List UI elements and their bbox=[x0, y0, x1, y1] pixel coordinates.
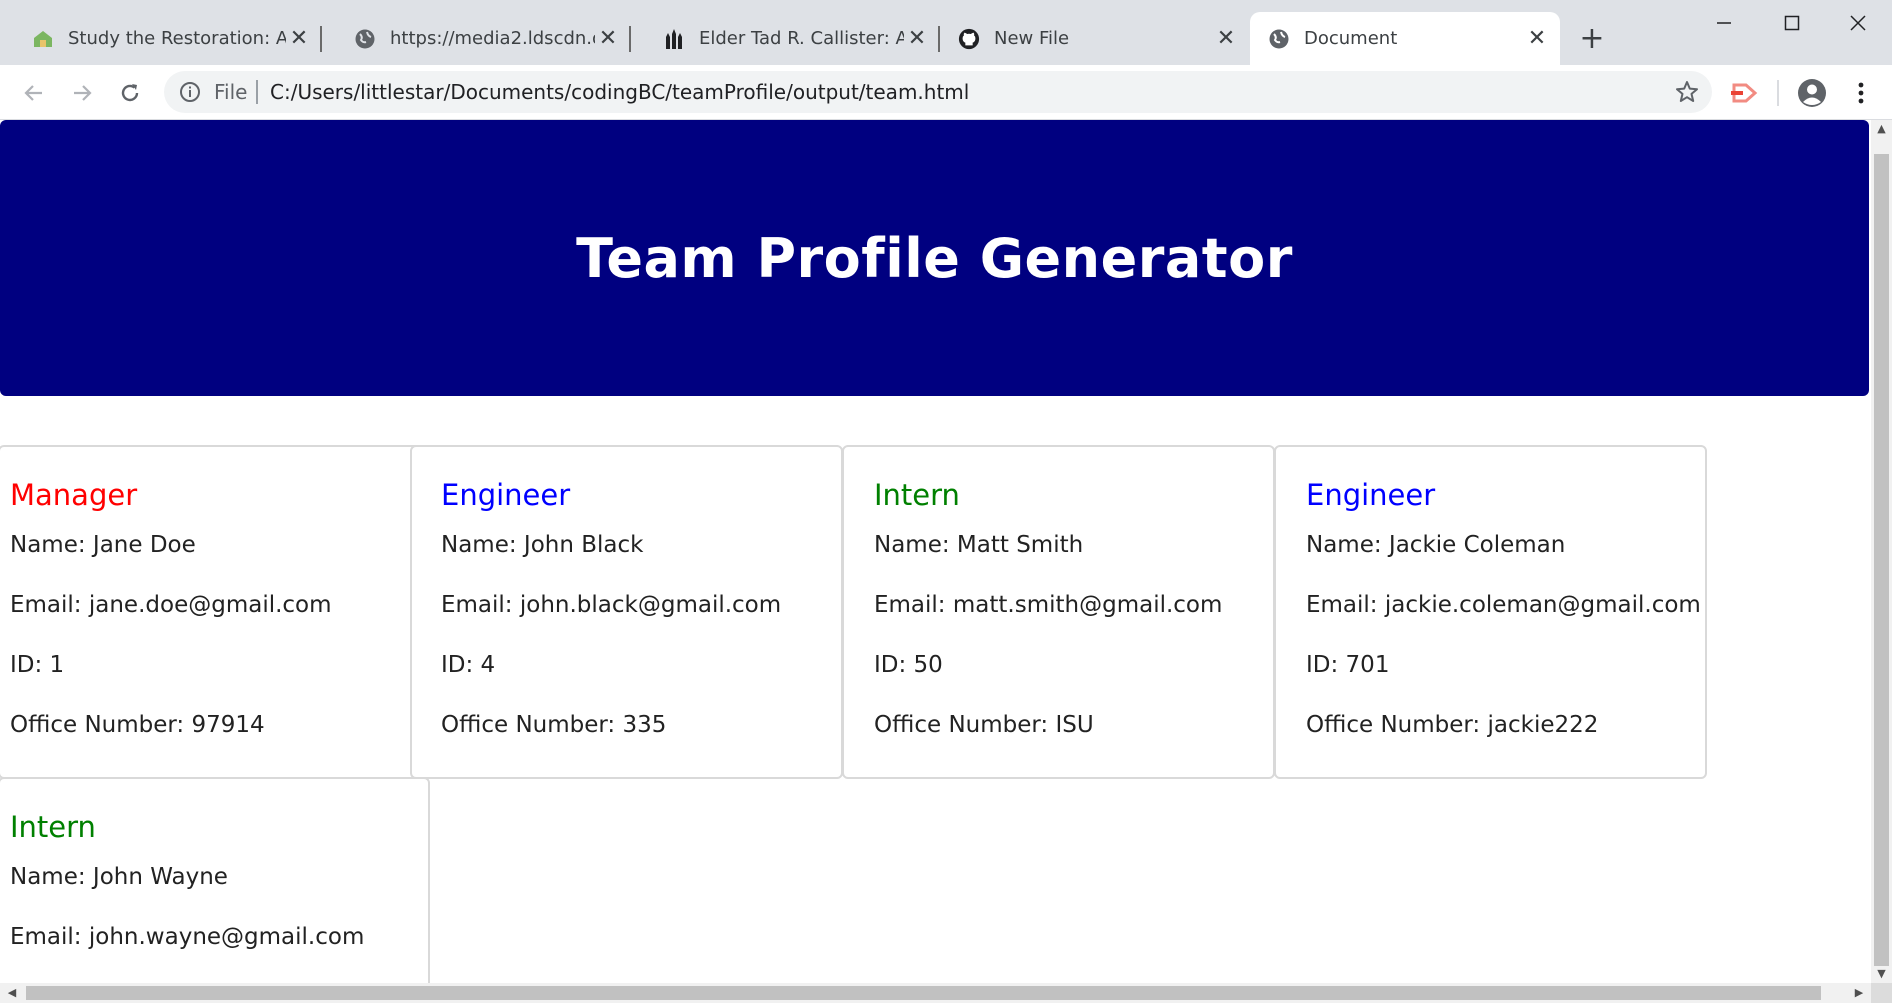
horizontal-scrollbar[interactable]: ◀ ▶ bbox=[0, 983, 1871, 1003]
church-history-icon bbox=[32, 28, 54, 50]
tab-new-file[interactable]: New File ✕ bbox=[940, 12, 1249, 65]
employee-name: Name: Matt Smith bbox=[874, 532, 1084, 558]
tab-document[interactable]: Document ✕ bbox=[1250, 12, 1560, 65]
tab-strip: Study the Restoration: A 60 ✕ https://me… bbox=[0, 0, 1892, 65]
close-tab-icon[interactable]: ✕ bbox=[1213, 26, 1239, 52]
globe-icon bbox=[354, 28, 376, 50]
url-text[interactable]: C:/Users/littlestar/Documents/codingBC/t… bbox=[270, 80, 969, 104]
close-tab-icon[interactable]: ✕ bbox=[1524, 26, 1550, 52]
employee-id: ID: 50 bbox=[874, 652, 943, 678]
scroll-left-arrow-icon[interactable]: ◀ bbox=[2, 983, 22, 1003]
toolbar-separator bbox=[1777, 80, 1779, 106]
employee-id: ID: 701 bbox=[1306, 652, 1390, 678]
scroll-right-arrow-icon[interactable]: ▶ bbox=[1849, 983, 1869, 1003]
scrollbar-corner bbox=[1871, 983, 1892, 1003]
page-viewport: Team Profile Generator Manager Name: Jan… bbox=[0, 120, 1871, 983]
close-tab-icon[interactable]: ✕ bbox=[595, 26, 621, 52]
tab-title: Elder Tad R. Callister: Are w bbox=[699, 28, 904, 49]
tab-title: https://media2.ldscdn.org/ bbox=[390, 28, 595, 49]
employee-card-intern: Intern Name: Matt Smith Email: matt.smit… bbox=[842, 445, 1275, 779]
close-tab-icon[interactable]: ✕ bbox=[286, 26, 312, 52]
role-heading: Engineer bbox=[1306, 478, 1436, 512]
profile-avatar-icon[interactable] bbox=[1797, 78, 1827, 108]
employee-office-number: Office Number: 335 bbox=[441, 712, 667, 738]
employee-office-number: Office Number: 97914 bbox=[10, 712, 265, 738]
employee-card-intern: Intern Name: John Wayne Email: john.wayn… bbox=[0, 777, 430, 983]
tab-media-ldscdn[interactable]: https://media2.ldscdn.org/ ✕ bbox=[322, 12, 631, 65]
employee-email: Email: matt.smith@gmail.com bbox=[874, 592, 1223, 618]
minimize-button[interactable] bbox=[1690, 0, 1758, 46]
page-header-banner: Team Profile Generator bbox=[0, 120, 1869, 396]
vertical-scrollbar[interactable]: ▲ ▼ bbox=[1871, 120, 1892, 983]
employee-name: Name: Jackie Coleman bbox=[1306, 532, 1566, 558]
close-window-button[interactable] bbox=[1824, 0, 1892, 46]
role-heading: Manager bbox=[10, 478, 138, 512]
maximize-button[interactable] bbox=[1758, 0, 1826, 46]
url-scheme-label: File bbox=[214, 80, 248, 104]
scroll-down-arrow-icon[interactable]: ▼ bbox=[1871, 965, 1892, 983]
employee-card-engineer: Engineer Name: John Black Email: john.bl… bbox=[410, 445, 843, 779]
employee-name: Name: John Wayne bbox=[10, 864, 228, 890]
reload-button[interactable] bbox=[110, 73, 150, 113]
tab-title: Study the Restoration: A 60 bbox=[68, 28, 286, 49]
employee-card-manager: Manager Name: Jane Doe Email: jane.doe@g… bbox=[0, 445, 430, 779]
browser-toolbar: File C:/Users/littlestar/Documents/codin… bbox=[0, 65, 1892, 120]
horizontal-scroll-thumb[interactable] bbox=[26, 986, 1821, 1000]
github-icon bbox=[958, 28, 980, 50]
close-tab-icon[interactable]: ✕ bbox=[904, 26, 930, 52]
vertical-scroll-thumb[interactable] bbox=[1874, 154, 1889, 966]
back-button[interactable] bbox=[14, 73, 54, 113]
temple-icon bbox=[663, 28, 685, 50]
employee-email: Email: jackie.coleman@gmail.com bbox=[1306, 592, 1701, 618]
globe-icon bbox=[1268, 28, 1290, 50]
bookmark-star-icon[interactable] bbox=[1674, 79, 1700, 105]
role-heading: Intern bbox=[874, 478, 960, 512]
tab-study-restoration[interactable]: Study the Restoration: A 60 ✕ bbox=[0, 12, 322, 65]
employee-email: Email: john.black@gmail.com bbox=[441, 592, 782, 618]
scroll-up-arrow-icon[interactable]: ▲ bbox=[1871, 120, 1892, 138]
menu-kebab-icon[interactable] bbox=[1846, 78, 1876, 108]
role-heading: Engineer bbox=[441, 478, 571, 512]
employee-id: ID: 1 bbox=[10, 652, 65, 678]
tab-title: New File bbox=[994, 28, 1070, 49]
employee-office-number: Office Number: ISU bbox=[874, 712, 1094, 738]
employee-office-number: Office Number: jackie222 bbox=[1306, 712, 1599, 738]
tab-title: Document bbox=[1304, 28, 1398, 49]
employee-email: Email: jane.doe@gmail.com bbox=[10, 592, 332, 618]
tab-elder-callister[interactable]: Elder Tad R. Callister: Are w ✕ bbox=[631, 12, 940, 65]
employee-name: Name: Jane Doe bbox=[10, 532, 196, 558]
new-tab-button[interactable]: + bbox=[1574, 22, 1610, 58]
employee-id: ID: 4 bbox=[441, 652, 496, 678]
page-title: Team Profile Generator bbox=[576, 226, 1293, 290]
site-info-icon[interactable] bbox=[178, 80, 202, 104]
address-bar[interactable]: File C:/Users/littlestar/Documents/codin… bbox=[164, 71, 1712, 113]
employee-email: Email: john.wayne@gmail.com bbox=[10, 924, 365, 950]
extension-icon[interactable] bbox=[1730, 78, 1760, 108]
forward-button[interactable] bbox=[62, 73, 102, 113]
employee-name: Name: John Black bbox=[441, 532, 644, 558]
url-divider bbox=[256, 80, 258, 104]
role-heading: Intern bbox=[10, 810, 96, 844]
employee-card-engineer: Engineer Name: Jackie Coleman Email: jac… bbox=[1274, 445, 1707, 779]
